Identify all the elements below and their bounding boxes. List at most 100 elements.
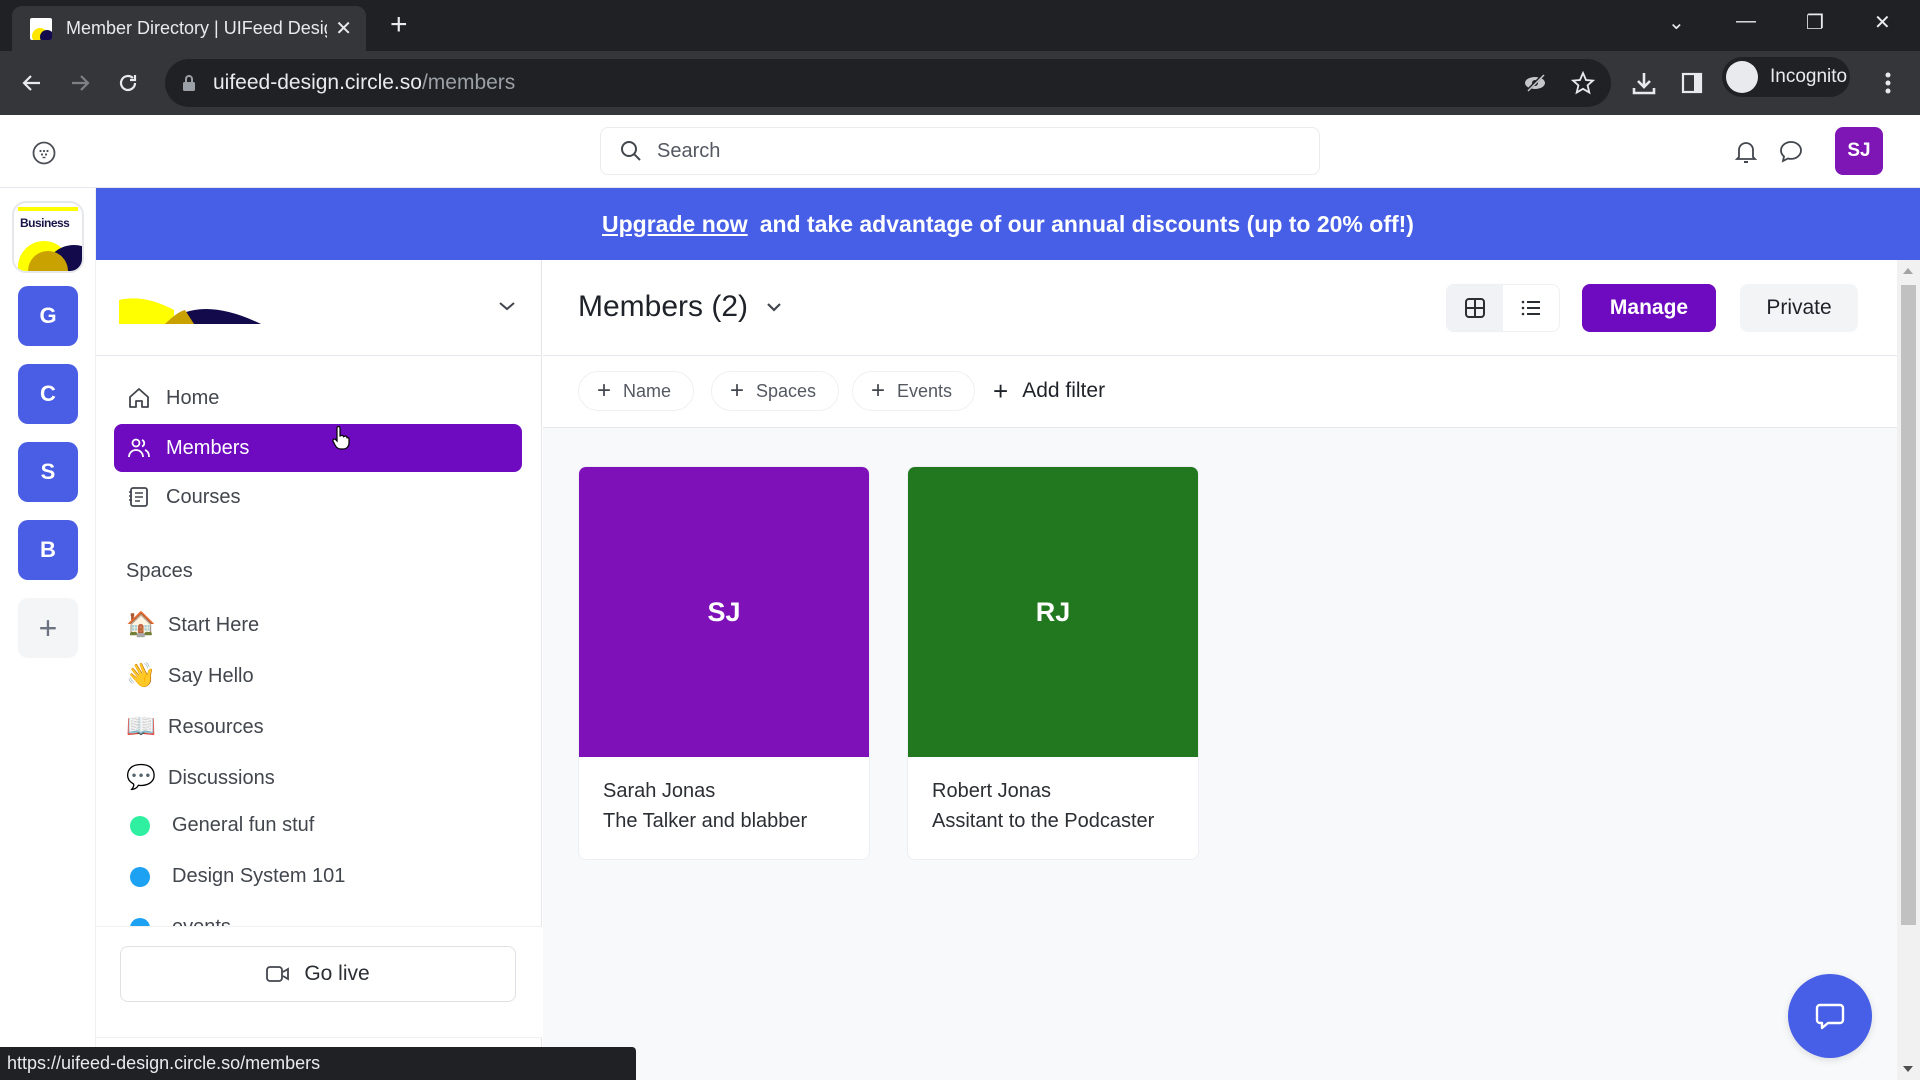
manage-button[interactable]: Manage [1582, 284, 1716, 332]
go-live-button[interactable]: Go live [120, 946, 516, 1002]
filter-spaces-chip[interactable]: + Spaces [711, 371, 840, 411]
member-headline: The Talker and blabber [603, 810, 808, 832]
browser-tab-bar: Member Directory | UIFeed Design ✕ + ⌄ —… [0, 0, 1920, 51]
blue-dot-icon [130, 866, 150, 887]
banner-text: and take advantage of our annual discoun… [759, 210, 1414, 237]
link-status-bar: https://uifeed-design.circle.so/members [0, 1047, 636, 1080]
filter-name-chip[interactable]: + Name [578, 371, 695, 411]
go-live-section: Go live [96, 926, 542, 1038]
list-view-button[interactable] [1503, 285, 1559, 331]
space-design-system-101[interactable]: Design System 101 [126, 865, 345, 888]
browser-tab[interactable]: Member Directory | UIFeed Design ✕ [12, 6, 366, 51]
upgrade-now-link[interactable]: Upgrade now [602, 211, 748, 238]
messages-chat-icon[interactable] [1778, 139, 1804, 165]
page-scrollbar[interactable] [1897, 260, 1920, 1080]
address-bar[interactable]: uifeed-design.circle.so/members [165, 59, 1611, 107]
community-g[interactable]: G [18, 286, 78, 346]
back-button[interactable] [16, 67, 48, 99]
community-c[interactable]: C [18, 364, 78, 424]
search-input[interactable]: Search [600, 127, 1320, 175]
user-avatar[interactable]: SJ [1835, 127, 1883, 175]
restore-button[interactable]: ❐ [1806, 10, 1824, 35]
community-logo [119, 298, 261, 324]
member-avatar: RJ [908, 467, 1198, 757]
close-window-button[interactable]: ✕ [1874, 10, 1891, 35]
sidebar-item-courses[interactable]: Courses [114, 473, 522, 521]
open-book-icon: 📖 [126, 713, 156, 740]
mouse-pointer-icon [332, 426, 350, 450]
community-switcher-icon[interactable] [32, 141, 56, 165]
community-rail: Business G C S B + [0, 188, 96, 1080]
member-card[interactable]: RJ Robert Jonas Assitant to the Podcaste… [907, 466, 1199, 860]
download-icon [1632, 73, 1656, 95]
grid-icon [1465, 298, 1485, 318]
add-community-button[interactable]: + [18, 598, 78, 658]
reload-button[interactable] [112, 67, 144, 99]
member-headline: Assitant to the Podcaster [932, 810, 1155, 832]
browser-toolbar: uifeed-design.circle.so/members Incognit… [0, 51, 1920, 115]
side-panel-icon [1681, 72, 1703, 94]
new-tab-button[interactable]: + [390, 10, 408, 40]
community-brand-header[interactable] [96, 260, 542, 356]
add-filter-button[interactable]: + Add filter [993, 371, 1105, 411]
space-resources[interactable]: 📖 Resources [126, 712, 264, 742]
tab-close-icon[interactable]: ✕ [335, 16, 352, 41]
page-header: Members (2) Manage Private [543, 260, 1900, 356]
waving-hand-icon: 👋 [126, 662, 156, 689]
scroll-down-arrow-icon[interactable] [1903, 1066, 1913, 1072]
forward-button[interactable] [64, 67, 96, 99]
house-icon: 🏠 [126, 611, 156, 638]
page-title-dropdown[interactable]: Members (2) [578, 290, 782, 324]
reload-icon [119, 74, 137, 92]
member-name: Sarah Jonas [603, 780, 716, 802]
scroll-up-arrow-icon[interactable] [1903, 268, 1913, 274]
space-general-fun-stuf[interactable]: General fun stuf [126, 814, 314, 837]
plus-icon: + [993, 375, 1009, 406]
member-card[interactable]: SJ Sarah Jonas The Talker and blabber [578, 466, 870, 860]
list-icon [1521, 300, 1540, 316]
private-button[interactable]: Private [1740, 284, 1858, 332]
video-camera-icon [266, 965, 290, 983]
sidebar-item-members[interactable]: Members [114, 424, 522, 472]
grid-view-button[interactable] [1447, 285, 1503, 331]
minimize-button[interactable]: — [1736, 10, 1756, 33]
spaces-section-title: Spaces [126, 560, 193, 582]
member-name: Robert Jonas [932, 780, 1051, 802]
tab-favicon [30, 17, 52, 40]
bookmark-star-icon[interactable] [1571, 71, 1595, 95]
app-header: Search SJ [0, 115, 1920, 188]
side-panel-button[interactable] [1676, 67, 1708, 99]
space-start-here[interactable]: 🏠 Start Here [126, 610, 259, 640]
chat-support-button[interactable] [1788, 974, 1872, 1058]
community-s[interactable]: S [18, 442, 78, 502]
tab-search-icon[interactable]: ⌄ [1668, 10, 1685, 35]
incognito-icon [1726, 61, 1758, 93]
space-discussions[interactable]: 💬 Discussions [126, 763, 275, 793]
chevron-down-icon [499, 302, 515, 311]
member-avatar: SJ [579, 467, 869, 757]
home-icon [126, 385, 152, 411]
space-say-hello[interactable]: 👋 Say Hello [126, 661, 254, 691]
community-b[interactable]: B [18, 520, 78, 580]
sidebar-item-home[interactable]: Home [114, 374, 522, 422]
tab-title: Member Directory | UIFeed Design [66, 18, 328, 38]
downloads-button[interactable] [1628, 67, 1660, 99]
plus-icon: + [730, 377, 745, 404]
members-page: Members (2) Manage Private + Name + Spaces… [543, 260, 1900, 1080]
notifications-bell-icon[interactable] [1734, 139, 1758, 165]
url-text: uifeed-design.circle.so/members [213, 71, 516, 94]
members-icon [126, 435, 152, 461]
upgrade-banner: Upgrade now and take advantage of our an… [96, 188, 1920, 260]
community-business-logo[interactable]: Business [12, 201, 84, 273]
filter-events-chip[interactable]: + Events [852, 371, 976, 411]
tracking-protection-eye-off-icon[interactable] [1523, 72, 1547, 94]
chat-bubble-icon [1815, 1003, 1845, 1030]
scrollbar-thumb[interactable] [1901, 285, 1916, 925]
view-toggle [1446, 284, 1560, 332]
sidebar: Home Members Courses Spaces 🏠 Start Here… [96, 260, 542, 1080]
incognito-profile-button[interactable]: Incognito [1722, 57, 1850, 97]
search-icon [621, 141, 641, 161]
speech-bubble-icon: 💬 [126, 764, 156, 791]
chevron-down-icon [767, 303, 781, 312]
browser-menu-button[interactable] [1872, 67, 1904, 99]
